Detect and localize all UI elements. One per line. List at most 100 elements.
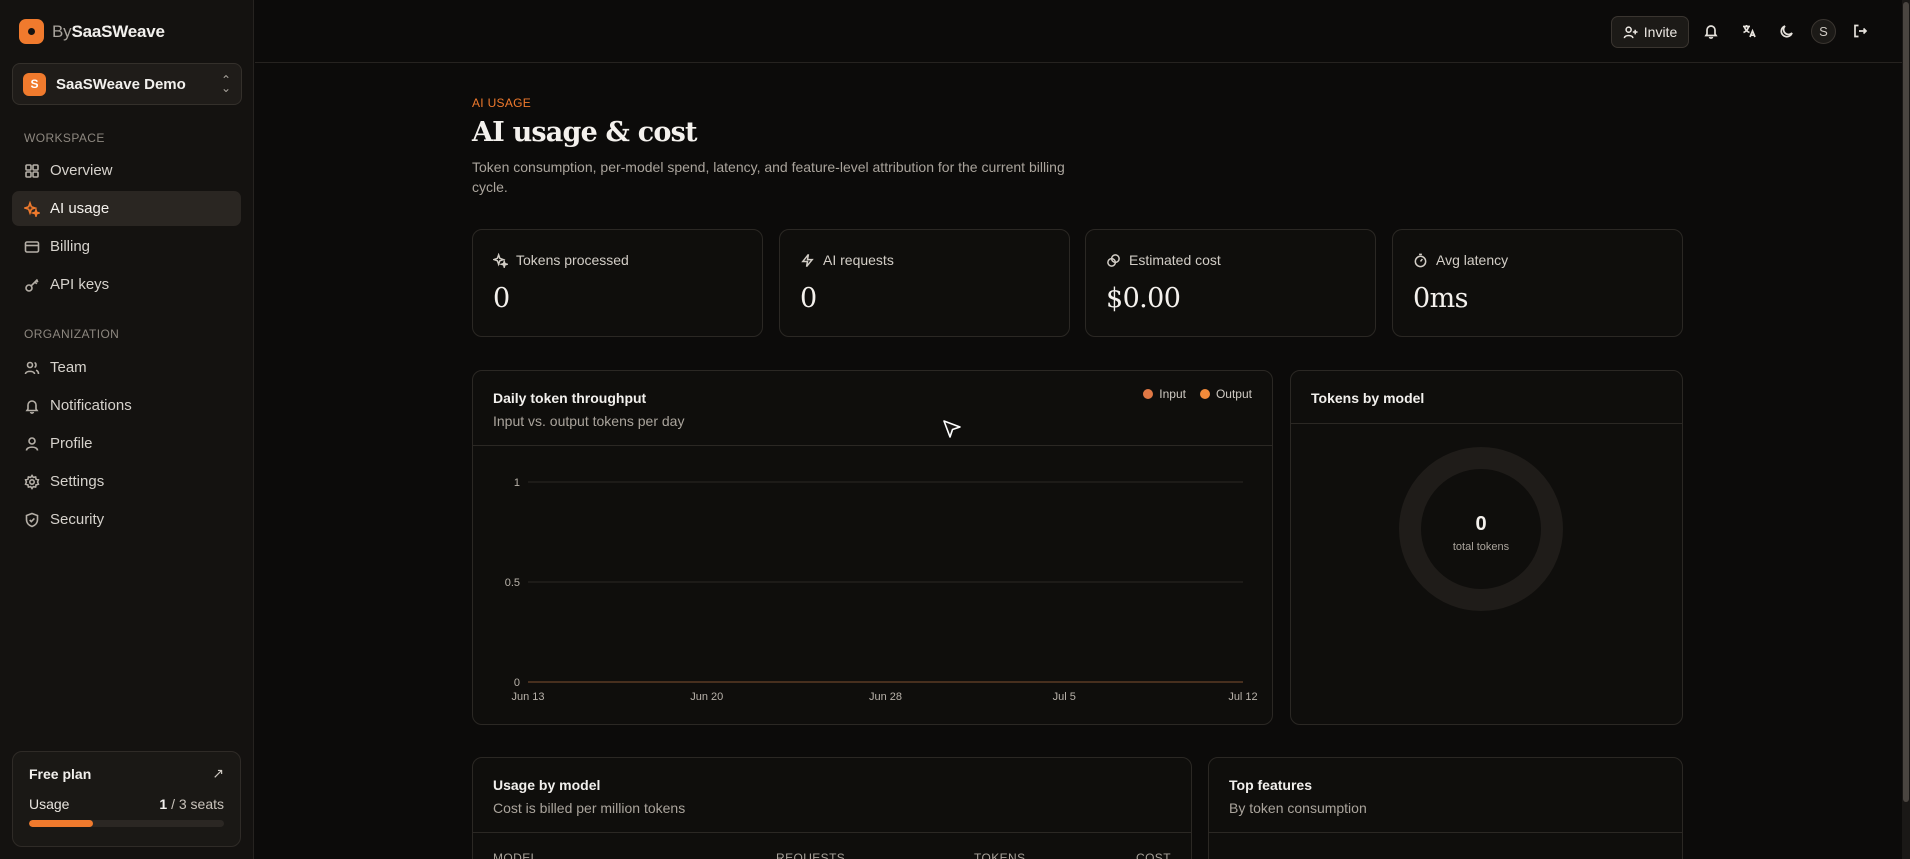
usage-by-model-title: Usage by model: [493, 777, 601, 793]
bell-icon[interactable]: [1700, 20, 1722, 42]
column-header-requests[interactable]: REQUESTS: [776, 851, 845, 859]
timer-icon: [1414, 253, 1427, 267]
sidebar-item-overview[interactable]: Overview: [12, 153, 241, 188]
tokens-by-model-card: Tokens by model 0 total tokens: [1290, 370, 1683, 725]
gear-icon: [24, 473, 40, 490]
stat-label-row: Estimated cost: [1106, 252, 1221, 268]
y-tick-label: 1: [514, 477, 520, 489]
sidebar-item-label: AI usage: [50, 200, 110, 217]
stat-card-tokens: Tokens processed 0: [472, 229, 763, 337]
top-features-header: Top features By token consumption: [1229, 777, 1367, 816]
stat-card-cost: Estimated cost $0.00: [1085, 229, 1376, 337]
donut-total-label: total tokens: [1452, 541, 1510, 553]
usage-by-model-card: Usage by model Cost is billed per millio…: [472, 757, 1192, 859]
users-icon: [24, 361, 40, 374]
usage-by-model-subtitle: Cost is billed per million tokens: [493, 800, 686, 816]
mouse-cursor-icon: [943, 420, 961, 438]
usage-by-model-header: Usage by model Cost is billed per millio…: [493, 777, 685, 816]
sparkles-icon: [24, 200, 40, 217]
throughput-chart: 1 0.5 0 Jun 13 Jun 20 Jun 28 Jul 5 Jul 12: [505, 477, 1258, 703]
sidebar-item-team[interactable]: Team: [12, 350, 241, 385]
workspace-switcher[interactable]: S SaaSWeave Demo ⌃ ⌄: [12, 63, 242, 105]
throughput-title: Daily token throughput: [493, 390, 647, 406]
column-header-cost[interactable]: COST: [1136, 851, 1171, 859]
stat-label-row: AI requests: [800, 252, 894, 268]
brand[interactable]: BySaaSWeave: [19, 19, 165, 44]
sidebar-item-label: Notifications: [50, 397, 132, 414]
sidebar-item-label: Profile: [50, 435, 93, 452]
user-plus-icon: [1623, 25, 1638, 38]
sidebar-item-label: API keys: [50, 276, 110, 293]
throughput-header: Daily token throughput Input vs. output …: [493, 390, 684, 429]
translate-icon[interactable]: [1738, 20, 1760, 42]
sidebar-item-notifications[interactable]: Notifications: [12, 388, 241, 423]
page-scrollbar[interactable]: [1902, 0, 1910, 859]
x-tick-label: Jul 5: [1053, 691, 1076, 703]
stat-value: 0: [800, 283, 817, 314]
brand-logo-icon: [19, 19, 44, 44]
workspace-section-heading: WORKSPACE: [24, 131, 105, 145]
plan-usage-fill: [29, 820, 94, 827]
page-eyebrow: AI USAGE: [472, 96, 532, 110]
x-tick-label: Jun 20: [690, 691, 723, 703]
logout-icon[interactable]: [1849, 20, 1871, 42]
arrow-up-right-icon[interactable]: ↗: [212, 765, 224, 782]
plan-usage-bar: [29, 820, 224, 827]
x-tick-label: Jul 12: [1228, 691, 1257, 703]
legend-label: Input: [1159, 387, 1186, 401]
legend-item-input[interactable]: Input: [1143, 387, 1186, 401]
sidebar-item-billing[interactable]: Billing: [12, 229, 241, 264]
shield-icon: [25, 512, 39, 527]
legend-swatch: [1199, 389, 1210, 399]
credit-card-icon: [24, 240, 40, 253]
card-divider: [1209, 832, 1682, 833]
user-avatar[interactable]: S: [1811, 19, 1836, 44]
plan-card: Free plan ↗ Usage 1 / 3 seats: [12, 751, 241, 847]
sidebar-item-ai-usage[interactable]: AI usage: [12, 191, 241, 226]
tokens-by-model-title: Tokens by model: [1311, 390, 1425, 406]
x-tick-label: Jun 28: [869, 691, 902, 703]
brand-name: BySaaSWeave: [52, 22, 165, 42]
throughput-subtitle: Input vs. output tokens per day: [493, 413, 685, 429]
stat-label-row: Tokens processed: [493, 252, 629, 268]
stat-label: AI requests: [823, 252, 894, 268]
stat-label: Tokens processed: [516, 252, 629, 268]
legend-label: Output: [1215, 387, 1252, 401]
moon-icon[interactable]: [1776, 20, 1798, 42]
page-title: AI usage & cost: [472, 117, 697, 148]
workspace-avatar: S: [23, 72, 46, 96]
x-tick-label: Jun 13: [511, 691, 544, 703]
grid-icon: [25, 163, 39, 178]
top-features-title: Top features: [1229, 777, 1312, 793]
sidebar: BySaaSWeave S SaaSWeave Demo ⌃ ⌄ WORKSPAC…: [0, 0, 254, 859]
sidebar-item-label: Team: [50, 359, 87, 376]
card-divider: [1291, 423, 1682, 424]
column-header-model[interactable]: MODEL: [493, 851, 538, 859]
workspace-name: SaaSWeave Demo: [56, 75, 186, 93]
sparkles-icon: [493, 252, 508, 268]
sidebar-item-api-keys[interactable]: API keys: [12, 267, 241, 302]
seats-total: / 3 seats: [167, 796, 224, 812]
plan-seats: 1 / 3 seats: [159, 796, 224, 812]
bell-icon: [25, 399, 39, 414]
y-tick-label: 0: [514, 677, 520, 689]
column-header-tokens[interactable]: TOKENS: [974, 851, 1026, 859]
scrollbar-thumb[interactable]: [1903, 2, 1909, 802]
sidebar-item-settings[interactable]: Settings: [12, 464, 241, 499]
throughput-card: Daily token throughput Input vs. output …: [472, 370, 1273, 725]
stat-label-row: Avg latency: [1413, 252, 1508, 268]
plan-usage-label: Usage: [29, 796, 70, 812]
coins-icon: [1107, 253, 1120, 267]
brand-prefix: By: [52, 21, 72, 41]
sidebar-item-security[interactable]: Security: [12, 502, 241, 537]
plan-title: Free plan: [29, 766, 92, 782]
stat-value: 0: [493, 283, 510, 314]
legend-swatch: [1143, 389, 1154, 399]
invite-button[interactable]: Invite: [1611, 16, 1689, 48]
legend-item-output[interactable]: Output: [1199, 387, 1252, 401]
brand-name-text: SaaSWeave: [71, 21, 165, 41]
invite-label: Invite: [1643, 24, 1678, 40]
sidebar-item-label: Settings: [50, 473, 105, 490]
organization-section-heading: ORGANIZATION: [24, 327, 120, 341]
sidebar-item-profile[interactable]: Profile: [12, 426, 241, 461]
